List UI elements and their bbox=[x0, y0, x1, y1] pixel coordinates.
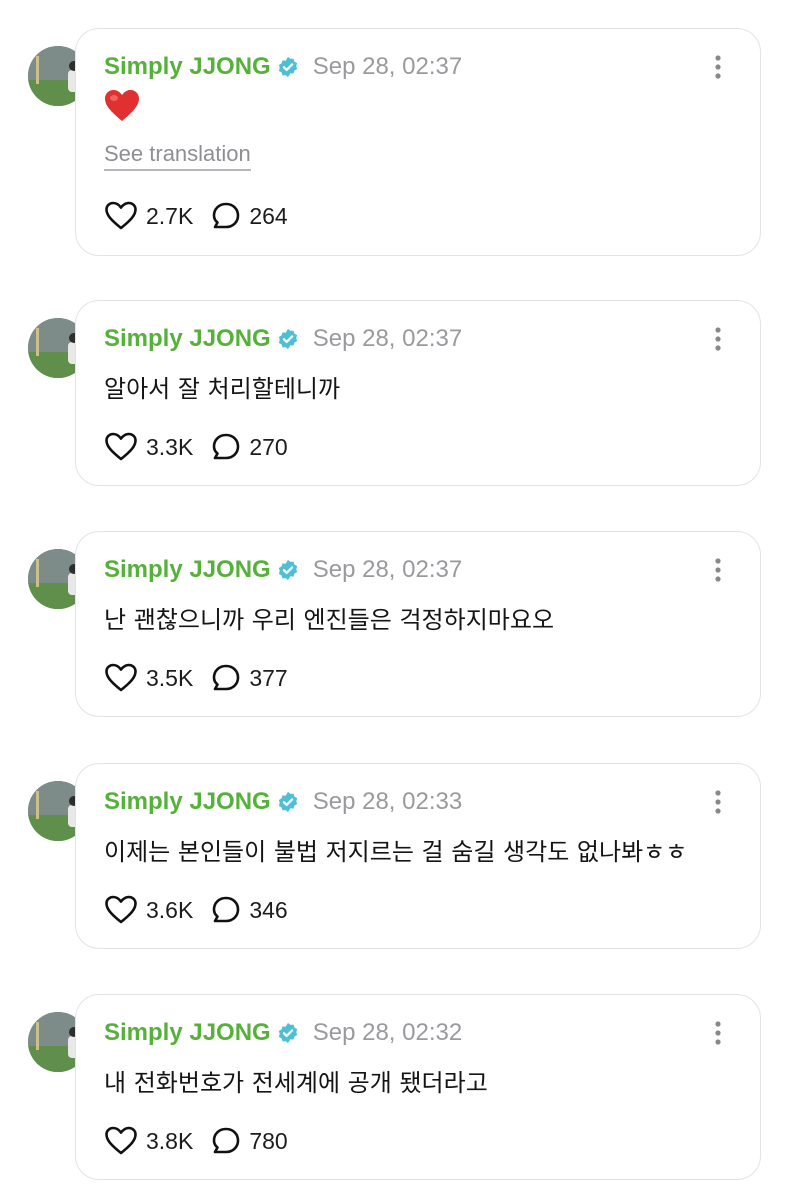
reply-count: 377 bbox=[249, 664, 288, 691]
speech-bubble-icon[interactable] bbox=[211, 895, 241, 925]
like-count: 3.3K bbox=[146, 433, 194, 460]
post-card[interactable]: Simply JJONG Sep 28, 02:37 알아서 잘 처리할테니까 … bbox=[75, 300, 761, 486]
reply-count: 264 bbox=[249, 202, 288, 229]
verified-badge-icon bbox=[278, 328, 297, 350]
timestamp: Sep 28, 02:37 bbox=[312, 53, 463, 80]
reply-count: 780 bbox=[249, 1127, 288, 1154]
timestamp: Sep 28, 02:37 bbox=[312, 556, 463, 583]
username[interactable]: Simply JJONG bbox=[104, 556, 271, 584]
post-card[interactable]: Simply JJONG Sep 28, 02:33 이제는 본인들이 불법 저… bbox=[75, 763, 761, 949]
post-text: 내 전화번호가 전세계에 공개 됐더라고 bbox=[104, 1069, 488, 1097]
heart-icon[interactable] bbox=[104, 663, 138, 693]
like-count: 3.6K bbox=[146, 896, 194, 923]
more-vertical-icon[interactable] bbox=[714, 558, 722, 582]
post-text: 이제는 본인들이 불법 저지르는 걸 숨길 생각도 없나봐ㅎㅎ bbox=[104, 838, 688, 866]
timestamp: Sep 28, 02:37 bbox=[312, 325, 463, 352]
post-stats: 2.7K 264 bbox=[104, 200, 288, 232]
more-vertical-icon[interactable] bbox=[714, 1021, 722, 1045]
heart-icon[interactable] bbox=[104, 895, 138, 925]
post-5: Simply JJONG Sep 28, 02:32 내 전화번호가 전세계에 … bbox=[0, 994, 792, 1180]
post-text: 난 괜찮으니까 우리 엔진들은 걱정하지마요오 bbox=[104, 606, 555, 634]
reply-count: 346 bbox=[249, 896, 288, 923]
more-vertical-icon[interactable] bbox=[714, 790, 722, 814]
post-header: Simply JJONG Sep 28, 02:32 bbox=[104, 1017, 462, 1049]
post-header: Simply JJONG Sep 28, 02:37 bbox=[104, 51, 462, 83]
verified-badge-icon bbox=[278, 1022, 297, 1044]
post-4: Simply JJONG Sep 28, 02:33 이제는 본인들이 불법 저… bbox=[0, 763, 792, 949]
post-stats: 3.3K 270 bbox=[104, 431, 288, 463]
post-card[interactable]: Simply JJONG Sep 28, 02:37 See translati… bbox=[75, 28, 761, 256]
timestamp: Sep 28, 02:32 bbox=[312, 1019, 463, 1046]
post-header: Simply JJONG Sep 28, 02:33 bbox=[104, 786, 462, 818]
red-heart-emoji bbox=[105, 90, 139, 121]
post-header: Simply JJONG Sep 28, 02:37 bbox=[104, 323, 462, 355]
post-2: Simply JJONG Sep 28, 02:37 알아서 잘 처리할테니까 … bbox=[0, 300, 792, 486]
speech-bubble-icon[interactable] bbox=[211, 663, 241, 693]
see-translation-link[interactable]: See translation bbox=[104, 141, 251, 171]
like-count: 3.5K bbox=[146, 664, 194, 691]
post-stats: 3.8K 780 bbox=[104, 1125, 288, 1157]
more-vertical-icon[interactable] bbox=[714, 327, 722, 351]
post-card[interactable]: Simply JJONG Sep 28, 02:32 내 전화번호가 전세계에 … bbox=[75, 994, 761, 1180]
timestamp: Sep 28, 02:33 bbox=[312, 788, 463, 815]
post-1: Simply JJONG Sep 28, 02:37 See translati… bbox=[0, 28, 792, 256]
username[interactable]: Simply JJONG bbox=[104, 1019, 271, 1047]
speech-bubble-icon[interactable] bbox=[211, 201, 241, 231]
post-stats: 3.6K 346 bbox=[104, 894, 288, 926]
username[interactable]: Simply JJONG bbox=[104, 53, 271, 81]
speech-bubble-icon[interactable] bbox=[211, 432, 241, 462]
verified-badge-icon bbox=[278, 559, 297, 581]
post-3: Simply JJONG Sep 28, 02:37 난 괜찮으니까 우리 엔진… bbox=[0, 531, 792, 717]
verified-badge-icon bbox=[278, 791, 297, 813]
verified-badge-icon bbox=[278, 56, 297, 78]
heart-icon[interactable] bbox=[104, 432, 138, 462]
post-header: Simply JJONG Sep 28, 02:37 bbox=[104, 554, 462, 586]
more-vertical-icon[interactable] bbox=[714, 55, 722, 79]
post-text: 알아서 잘 처리할테니까 bbox=[104, 375, 341, 403]
heart-icon[interactable] bbox=[104, 1126, 138, 1156]
post-card[interactable]: Simply JJONG Sep 28, 02:37 난 괜찮으니까 우리 엔진… bbox=[75, 531, 761, 717]
like-count: 2.7K bbox=[146, 202, 194, 229]
reply-count: 270 bbox=[249, 433, 288, 460]
username[interactable]: Simply JJONG bbox=[104, 788, 271, 816]
like-count: 3.8K bbox=[146, 1127, 194, 1154]
post-stats: 3.5K 377 bbox=[104, 662, 288, 694]
username[interactable]: Simply JJONG bbox=[104, 325, 271, 353]
heart-icon[interactable] bbox=[104, 201, 138, 231]
speech-bubble-icon[interactable] bbox=[211, 1126, 241, 1156]
